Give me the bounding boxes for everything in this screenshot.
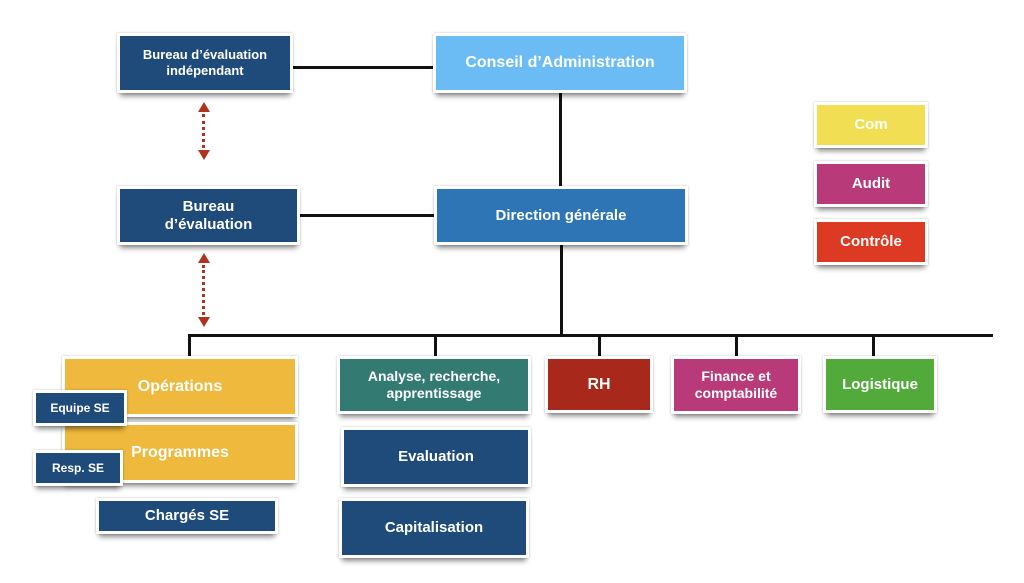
legend-audit-label: Audit [851, 175, 891, 192]
finance-label: Finance et comptabilité [694, 368, 778, 401]
eval-office-label: Bureau d’évaluation [164, 197, 253, 233]
capitalisation-box[interactable]: Capitalisation [339, 498, 529, 558]
charges-se-label: Chargés SE [144, 507, 230, 524]
operations-label: Opérations [137, 377, 223, 395]
dotted-link-bei-be [202, 114, 205, 148]
connector-bei-ca [293, 66, 433, 69]
analysis-label: Analyse, recherche, apprentissage [367, 368, 501, 401]
hr-box[interactable]: RH [545, 356, 653, 413]
evaluation-box[interactable]: Evaluation [341, 427, 531, 487]
connector-be-dg [300, 214, 435, 217]
resp-se-label: Resp. SE [51, 460, 105, 475]
drop-logistics [872, 334, 875, 358]
dotted-link-be-ops [202, 265, 205, 315]
hr-label: RH [587, 375, 611, 393]
arrow-up-icon [198, 253, 210, 263]
finance-box[interactable]: Finance et comptabilité [671, 356, 801, 414]
arrow-down-icon [198, 150, 210, 160]
legend-com-label: Com [854, 116, 888, 133]
general-direction-box[interactable]: Direction générale [434, 186, 688, 245]
legend-audit: Audit [814, 161, 928, 207]
evaluation-label: Evaluation [398, 448, 474, 465]
drop-hr [598, 334, 601, 358]
logistics-label: Logistique [842, 375, 918, 393]
legend-control-label: Contrôle [840, 233, 902, 250]
legend-control: Contrôle [814, 219, 928, 265]
arrow-down-icon [198, 317, 210, 327]
drop-operations [188, 334, 191, 358]
analysis-box[interactable]: Analyse, recherche, apprentissage [337, 356, 531, 414]
general-direction-label: Direction générale [495, 206, 627, 224]
resp-se-box[interactable]: Resp. SE [33, 450, 123, 486]
drop-finance [735, 334, 738, 358]
connector-ca-dg [559, 92, 562, 186]
independent-eval-office-label: Bureau d’évaluation indépendant [142, 47, 268, 78]
logistics-box[interactable]: Logistique [823, 356, 937, 413]
eval-office-box[interactable]: Bureau d’évaluation [117, 186, 300, 245]
independent-eval-office-box[interactable]: Bureau d’évaluation indépendant [117, 33, 293, 93]
charges-se-box[interactable]: Chargés SE [96, 498, 278, 534]
legend-com: Com [814, 102, 928, 148]
connector-dg-bus [560, 244, 563, 336]
programmes-label: Programmes [131, 443, 229, 461]
drop-analysis [434, 334, 437, 358]
capitalisation-label: Capitalisation [384, 519, 484, 536]
board-label: Conseil d’Administration [465, 54, 655, 72]
team-se-box[interactable]: Equipe SE [33, 390, 127, 426]
board-box[interactable]: Conseil d’Administration [433, 33, 687, 93]
team-se-label: Equipe SE [50, 400, 110, 415]
arrow-up-icon [198, 102, 210, 112]
